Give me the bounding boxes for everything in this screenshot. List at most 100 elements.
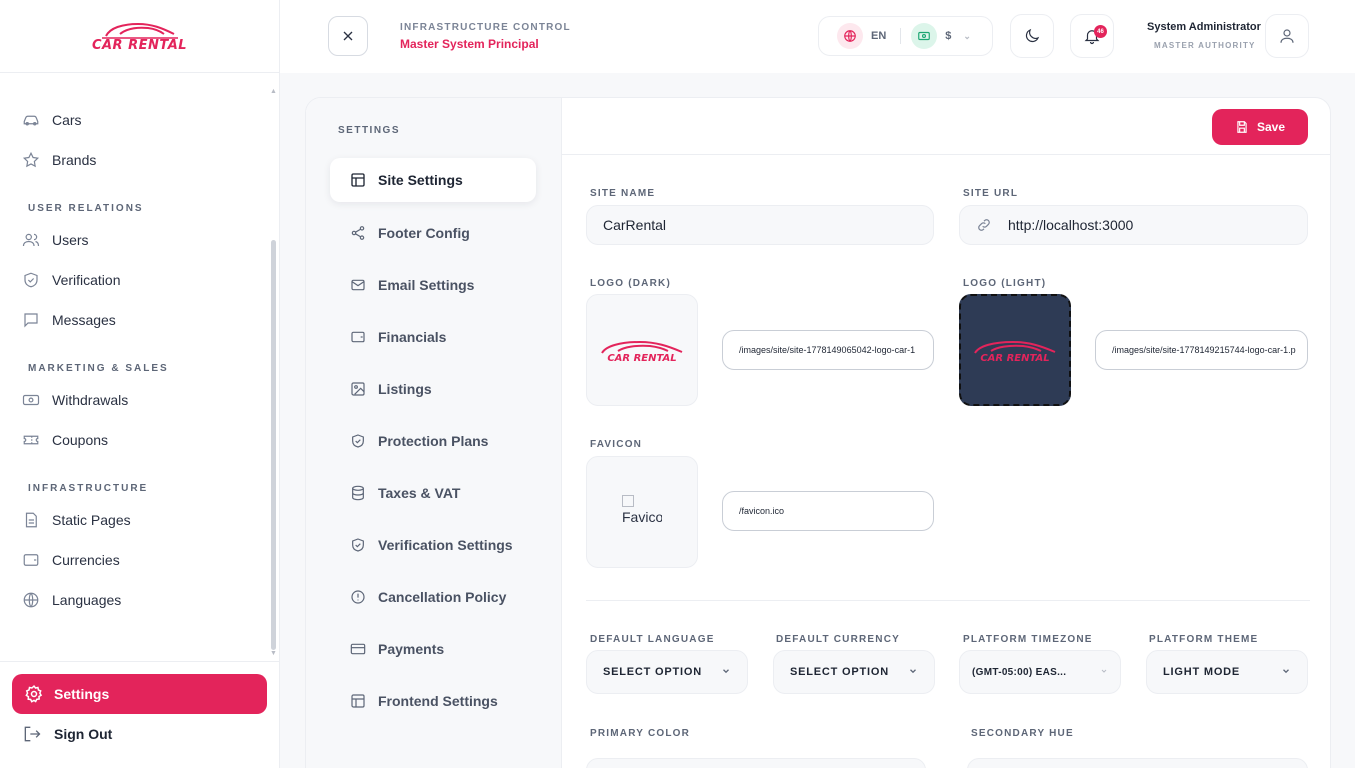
theme-select[interactable]: LIGHT MODE <box>1146 650 1308 694</box>
logo-area: CAR RENTAL <box>0 0 279 73</box>
theme-value: LIGHT MODE <box>1163 666 1241 678</box>
notifications-button[interactable]: 46 <box>1070 14 1114 58</box>
sidebar-item-languages[interactable]: Languages <box>0 580 268 620</box>
message-icon <box>22 311 40 329</box>
layout-icon <box>350 172 366 188</box>
logo-light-label: LOGO (LIGHT) <box>963 278 1047 289</box>
settings-tab-taxes-vat[interactable]: Taxes & VAT <box>330 471 536 515</box>
sidebar-item-users[interactable]: Users <box>0 220 268 260</box>
chevron-down-icon <box>908 666 918 679</box>
timezone-select[interactable]: (GMT-05:00) EAS... <box>959 650 1121 694</box>
tab-label: Email Settings <box>378 277 475 293</box>
shield-check-icon <box>350 433 366 449</box>
favicon-path-input[interactable]: /favicon.ico <box>722 491 934 531</box>
logo-dark-text: CAR RENTAL <box>607 353 676 363</box>
default-currency-label: DEFAULT CURRENCY <box>776 634 901 645</box>
secondary-hue-input[interactable] <box>967 758 1308 768</box>
default-language-select[interactable]: SELECT OPTION <box>586 650 748 694</box>
settings-tab-payments[interactable]: Payments <box>330 627 536 671</box>
sidebar-item-coupons[interactable]: Coupons <box>0 420 268 460</box>
tab-label: Site Settings <box>378 172 463 188</box>
default-currency-select[interactable]: SELECT OPTION <box>773 650 935 694</box>
sign-out-button[interactable]: Sign Out <box>22 724 112 744</box>
close-icon <box>343 31 353 41</box>
sidebar-footer-divider <box>0 661 279 662</box>
settings-tab-cancellation-policy[interactable]: Cancellation Policy <box>330 575 536 619</box>
sidebar-nav: Cars Brands USER RELATIONS Users Verific… <box>0 100 268 620</box>
sidebar-item-label: Withdrawals <box>52 392 129 408</box>
timezone-value: (GMT-05:00) EAS... <box>972 666 1067 678</box>
tab-label: Verification Settings <box>378 537 513 553</box>
settings-tab-financials[interactable]: Financials <box>330 315 536 359</box>
sidebar-item-static-pages[interactable]: Static Pages <box>0 500 268 540</box>
site-name-label: SITE NAME <box>590 188 656 199</box>
tab-label: Financials <box>378 329 447 345</box>
site-url-value: http://localhost:3000 <box>1008 217 1134 233</box>
broken-image-icon: Favicon <box>622 494 662 529</box>
tab-label: Protection Plans <box>378 433 489 449</box>
settings-heading: SETTINGS <box>338 125 401 136</box>
settings-nav: SETTINGS Site Settings Footer Config Ema… <box>306 98 562 768</box>
banknote-icon <box>22 391 40 409</box>
logo-dark-path-input[interactable]: /images/site/site-1778149065042-logo-car… <box>722 330 934 370</box>
sidebar-item-label: Languages <box>52 592 122 608</box>
tab-label: Cancellation Policy <box>378 589 507 605</box>
ticket-icon <box>22 431 40 449</box>
globe-icon[interactable] <box>837 23 863 49</box>
language-value[interactable]: EN <box>871 30 886 42</box>
scroll-up-icon[interactable]: ▲ <box>270 88 277 95</box>
save-icon <box>1235 120 1249 134</box>
site-url-input[interactable]: http://localhost:3000 <box>959 205 1308 245</box>
car-logo-icon: CAR RENTAL <box>974 340 1056 363</box>
sidebar-item-messages[interactable]: Messages <box>0 300 268 340</box>
settings-tab-footer-config[interactable]: Footer Config <box>330 211 536 255</box>
sidebar-item-cars[interactable]: Cars <box>0 100 268 140</box>
notification-count-badge: 46 <box>1094 25 1107 38</box>
primary-color-input[interactable] <box>586 758 926 768</box>
settings-tab-site-settings[interactable]: Site Settings <box>330 158 536 202</box>
image-icon <box>350 381 366 397</box>
settings-tab-frontend-settings[interactable]: Frontend Settings <box>330 679 536 723</box>
sidebar-item-label: Messages <box>52 312 116 328</box>
settings-tab-protection-plans[interactable]: Protection Plans <box>330 419 536 463</box>
scroll-down-icon[interactable]: ▼ <box>270 650 277 657</box>
sidebar-item-label: Verification <box>52 272 121 288</box>
default-currency-value: SELECT OPTION <box>790 666 890 678</box>
header-title: Master System Principal <box>400 37 539 51</box>
sign-out-label: Sign Out <box>54 726 113 742</box>
sidebar-item-settings[interactable]: Settings <box>12 674 267 714</box>
section-marketing-sales: MARKETING & SALES <box>28 363 169 374</box>
logo-light-preview[interactable]: CAR RENTAL <box>959 294 1071 406</box>
settings-tab-listings[interactable]: Listings <box>330 367 536 411</box>
banknote-icon[interactable] <box>911 23 938 49</box>
brand-logo[interactable]: CAR RENTAL <box>92 20 187 53</box>
car-logo-icon: CAR RENTAL <box>601 340 683 363</box>
logo-light-text: CAR RENTAL <box>980 353 1049 363</box>
sidebar-item-verification[interactable]: Verification <box>0 260 268 300</box>
currency-value[interactable]: $ <box>945 30 951 42</box>
logo-text: CAR RENTAL <box>91 37 188 53</box>
sidebar-scrollbar[interactable] <box>271 240 276 650</box>
close-button[interactable] <box>328 16 368 56</box>
logo-dark-preview[interactable]: CAR RENTAL <box>586 294 698 406</box>
settings-tab-verification-settings[interactable]: Verification Settings <box>330 523 536 567</box>
wallet-icon <box>350 329 366 345</box>
favicon-preview[interactable]: Favicon <box>586 456 698 568</box>
logo-light-path-input[interactable]: /images/site/site-1778149215744-logo-car… <box>1095 330 1308 370</box>
sidebar-item-withdrawals[interactable]: Withdrawals <box>0 380 268 420</box>
avatar[interactable] <box>1265 14 1309 58</box>
sidebar-item-brands[interactable]: Brands <box>0 140 268 180</box>
user-icon <box>1280 29 1294 43</box>
divider <box>900 28 902 44</box>
theme-label: PLATFORM THEME <box>1149 634 1259 645</box>
save-button[interactable]: Save <box>1212 109 1308 145</box>
sidebar-item-label: Static Pages <box>52 512 131 528</box>
shield-check-icon <box>350 537 366 553</box>
site-name-input[interactable]: CarRental <box>586 205 934 245</box>
settings-tab-email-settings[interactable]: Email Settings <box>330 263 536 307</box>
secondary-hue-label: SECONDARY HUE <box>971 728 1074 739</box>
theme-toggle-button[interactable] <box>1010 14 1054 58</box>
default-language-label: DEFAULT LANGUAGE <box>590 634 715 645</box>
sidebar-item-currencies[interactable]: Currencies <box>0 540 268 580</box>
chevron-down-icon[interactable]: ⌄ <box>963 31 971 42</box>
